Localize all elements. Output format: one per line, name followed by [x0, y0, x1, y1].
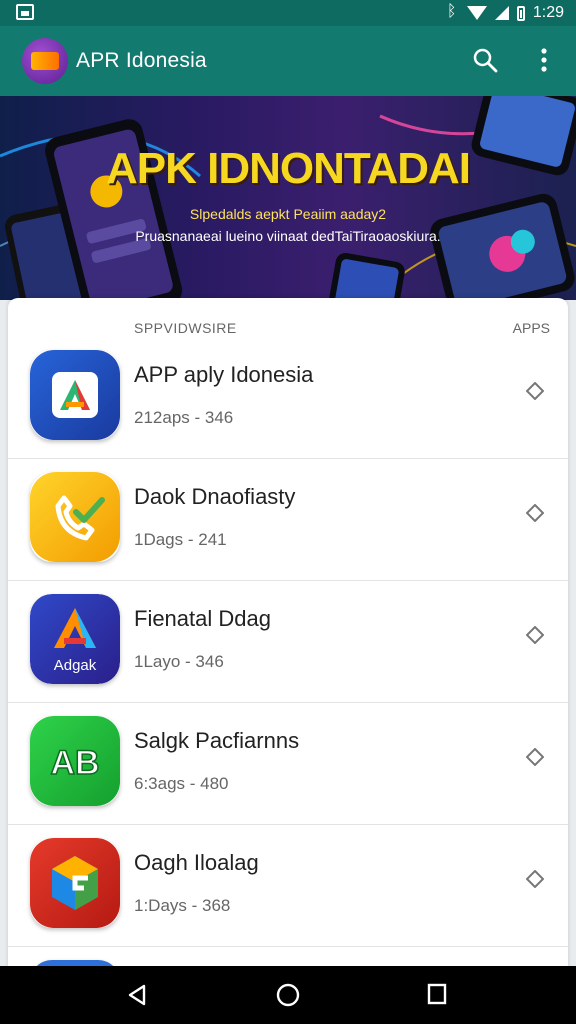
chevron-diamond-icon[interactable] — [526, 748, 544, 766]
back-icon[interactable] — [126, 983, 148, 1007]
search-icon[interactable] — [472, 47, 498, 73]
app-meta: 212aps - 346 — [134, 408, 234, 427]
banner-artwork — [0, 96, 576, 300]
status-time: 1:29 — [532, 4, 564, 21]
app-name: Salgk Pacfiarnns — [134, 728, 300, 753]
icon-caption: Adgak — [54, 657, 97, 674]
system-nav-bar — [0, 966, 576, 1024]
chevron-diamond-icon[interactable] — [526, 504, 544, 522]
promo-banner[interactable]: APK IDNONTADAI Slpedalds aepkt Peaiim aa… — [0, 96, 576, 300]
list-item[interactable]: Daok Dnaofiasty 1Dags - 241 — [8, 458, 568, 581]
list-item[interactable]: Adgak Fienatal Ddag 1Layo - 346 — [8, 580, 568, 703]
list-item[interactable]: APP aply Idonesia 212aps - 346 — [8, 336, 568, 459]
battery-icon — [516, 5, 525, 21]
list-item-partial[interactable] — [8, 946, 568, 968]
banner-subtitle-1: Slpedalds aepkt Peaiim aaday2 — [189, 206, 387, 222]
recents-icon[interactable] — [427, 983, 447, 1005]
app-name: Fienatal Ddag — [134, 606, 271, 631]
section-header-right: APPS — [512, 320, 550, 336]
app-meta: 1Layo - 346 — [134, 652, 224, 671]
section-header: SPPVIDWSIRE — [134, 320, 237, 336]
bluetooth-icon — [447, 3, 459, 21]
icon-caption: AB — [50, 744, 99, 782]
chevron-diamond-icon[interactable] — [526, 626, 544, 644]
app-meta: 6:3ags - 480 — [134, 774, 229, 793]
banner-subtitle-2: Pruasnanaeai lueino viinaat dedTaiTiraoa… — [135, 228, 441, 244]
app-logo-icon — [22, 38, 68, 84]
ab-letters-icon: AB — [30, 716, 120, 806]
app-name: APP aply Idonesia — [134, 362, 314, 387]
status-icons: 1:29 — [447, 0, 564, 26]
chevron-diamond-icon[interactable] — [526, 870, 544, 888]
app-meta: 1Dags - 241 — [134, 530, 227, 549]
a-triangle-icon: Adgak — [30, 594, 120, 684]
list-item[interactable]: Oagh Iloalag 1:Days - 368 — [8, 824, 568, 947]
app-name: Daok Dnaofiasty — [134, 484, 296, 509]
signal-icon — [494, 6, 509, 20]
home-icon[interactable] — [276, 983, 300, 1007]
app-name: Oagh Iloalag — [134, 850, 259, 875]
app-list-card: SPPVIDWSIRE APPS APP aply Idonesia 212ap… — [8, 298, 568, 968]
status-bar: 1:29 — [0, 0, 576, 26]
list-item[interactable]: AB Salgk Pacfiarnns 6:3ags - 480 — [8, 702, 568, 825]
chevron-diamond-icon[interactable] — [526, 382, 544, 400]
a-letter-icon — [30, 350, 120, 440]
g-cube-icon — [30, 838, 120, 928]
banner-title: APK IDNONTADAI — [105, 144, 471, 193]
gallery-icon — [16, 4, 34, 20]
app-bar: APR Idonesia — [0, 26, 576, 96]
more-vert-icon[interactable] — [532, 46, 556, 74]
phone-check-icon — [30, 472, 120, 562]
wifi-icon — [466, 6, 487, 20]
app-title: APR Idonesia — [76, 49, 207, 72]
app-meta: 1:Days - 368 — [134, 896, 231, 915]
